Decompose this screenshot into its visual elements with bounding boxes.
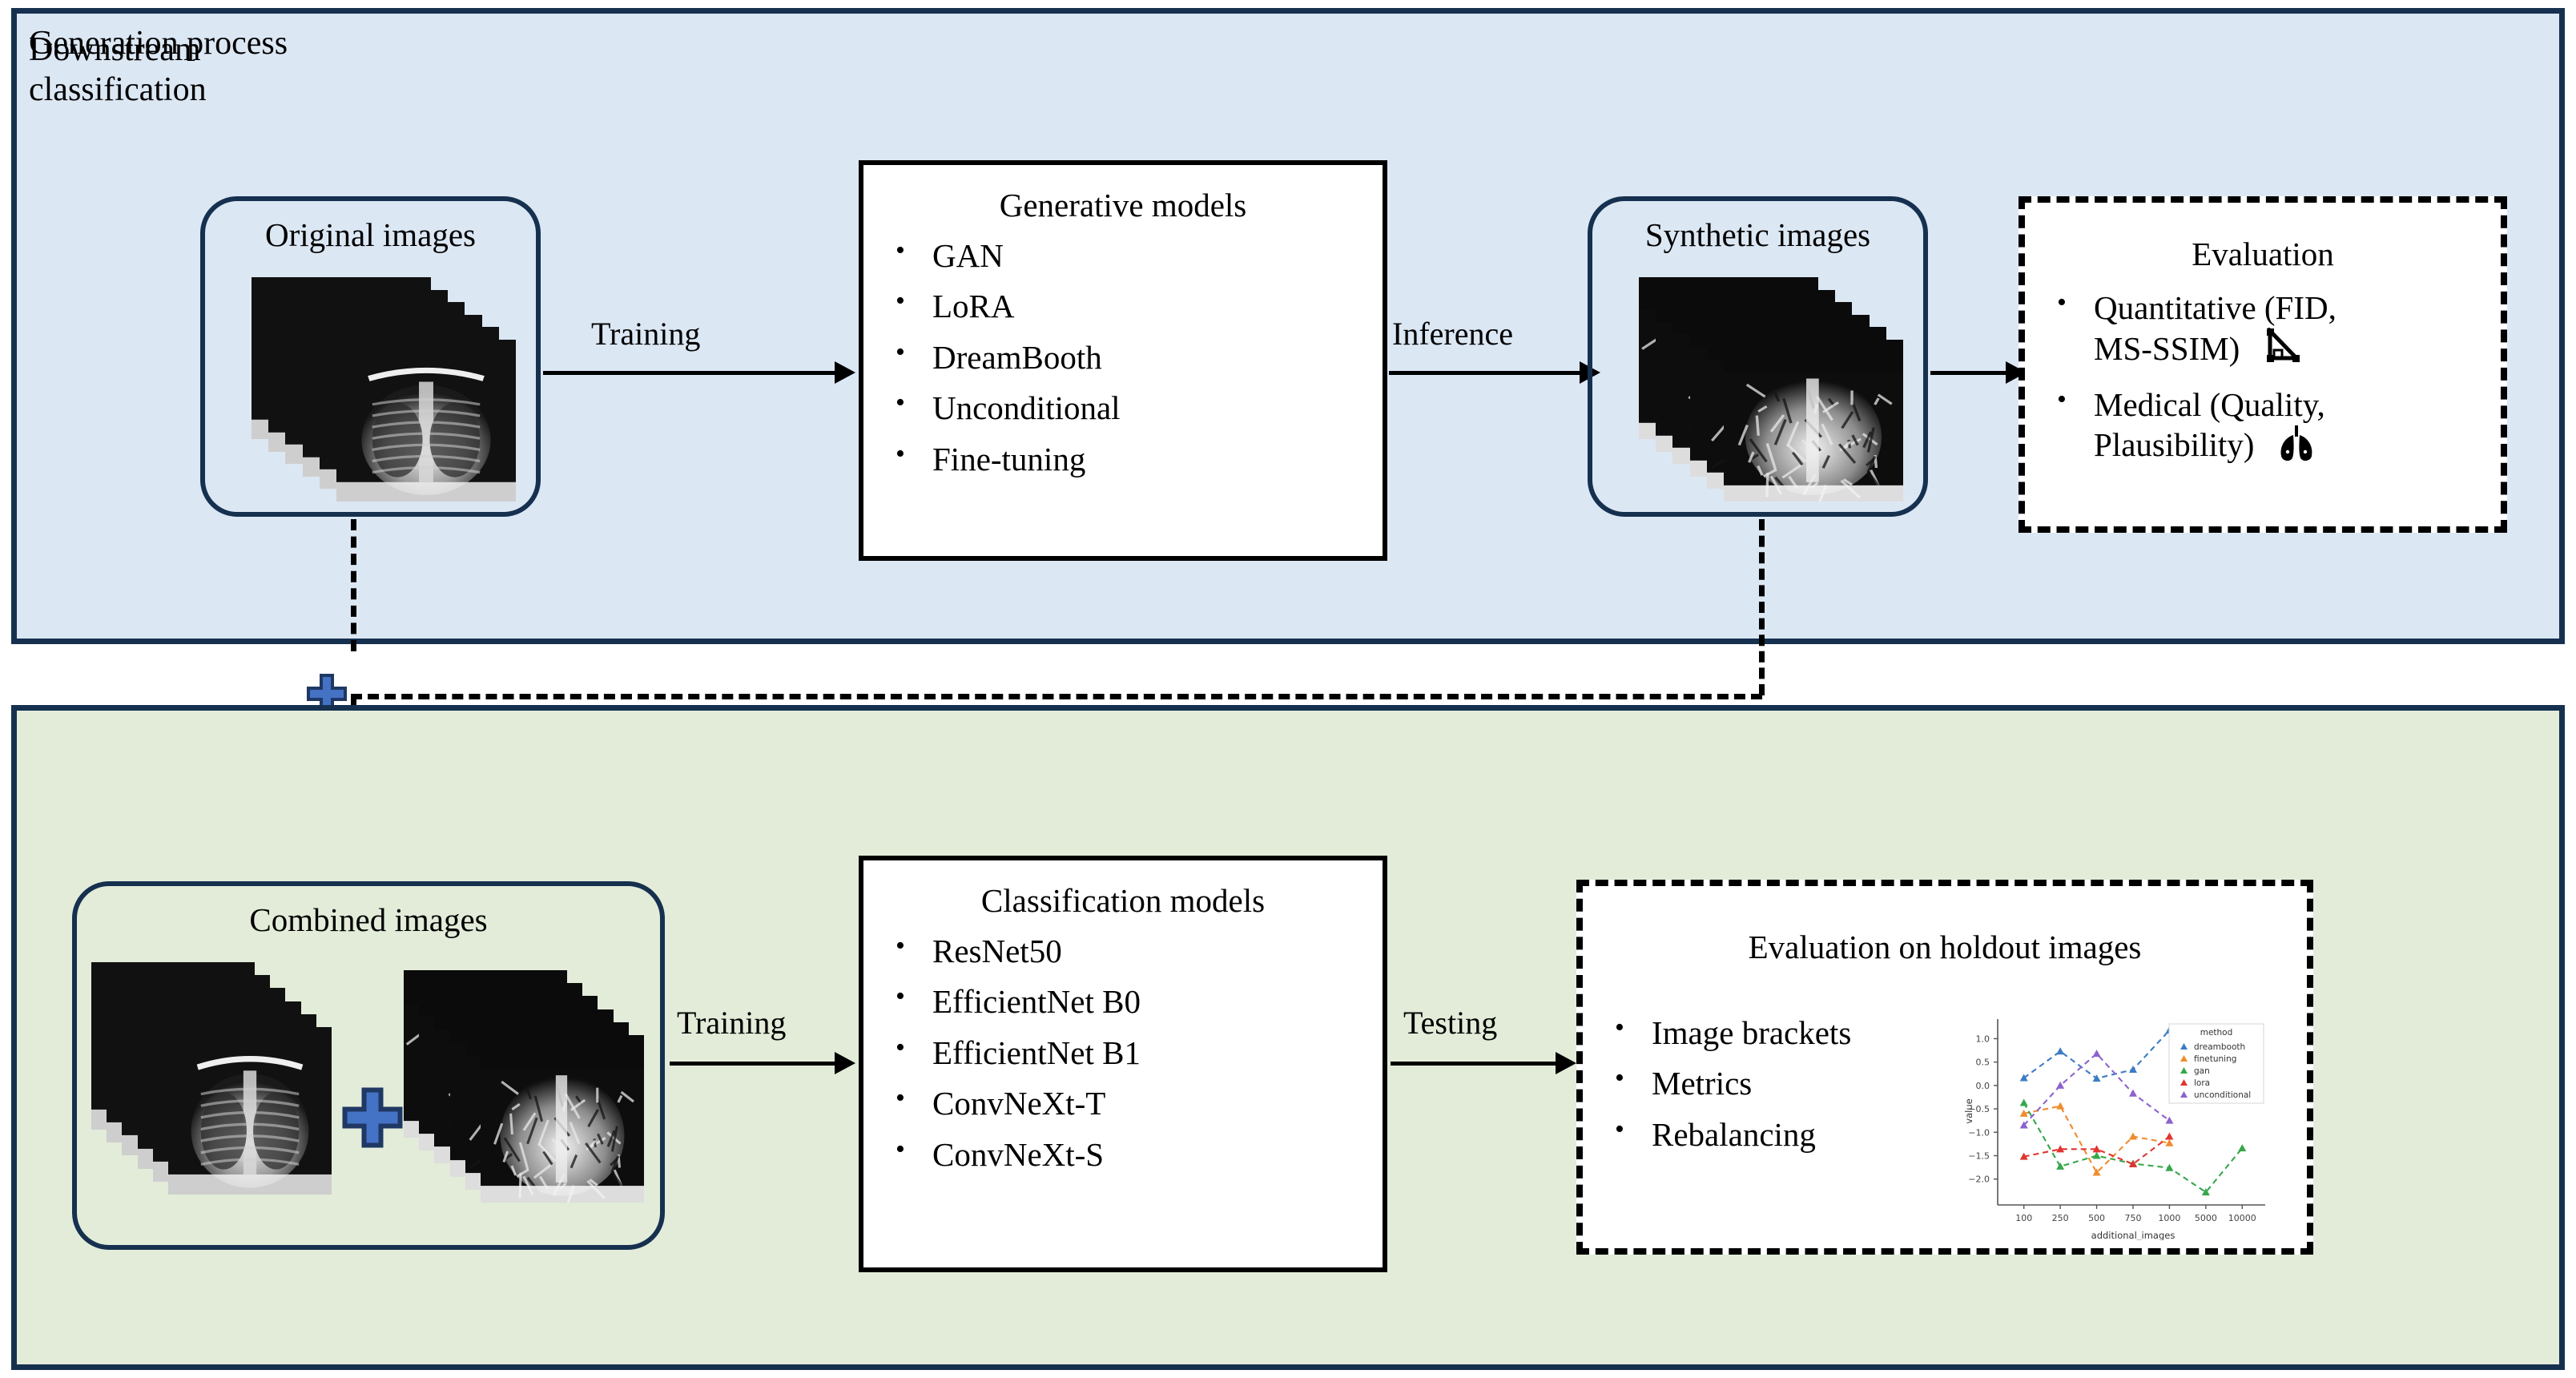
panel-downstream-title: Downstream classification bbox=[29, 31, 207, 108]
node-synthetic-images[interactable]: Synthetic images bbox=[1588, 196, 1928, 517]
list-item: Metrics bbox=[1583, 1062, 1959, 1103]
original-images-label: Original images bbox=[264, 216, 477, 253]
svg-text:1000: 1000 bbox=[2158, 1213, 2180, 1223]
classification-models-heading: Classification models bbox=[980, 882, 1266, 919]
arrow-evaluation bbox=[1930, 371, 2010, 375]
svg-text:dreambooth: dreambooth bbox=[2194, 1042, 2245, 1052]
generative-models-list: GAN LoRA DreamBooth Unconditional Fine-t… bbox=[863, 234, 1383, 479]
lungs-icon bbox=[2277, 425, 2316, 471]
list-item: ResNet50 bbox=[863, 929, 1383, 971]
list-item: Medical (Quality, Plausibility) bbox=[2025, 383, 2501, 472]
svg-text:additional_images: additional_images bbox=[2091, 1230, 2176, 1240]
evaluation-list: Quantitative (FID, MS-SSIM) Medical (Qua… bbox=[2025, 286, 2501, 472]
edge-label-testing: Testing bbox=[1403, 1005, 1498, 1041]
svg-text:unconditional: unconditional bbox=[2194, 1090, 2251, 1100]
node-generative-models[interactable]: Generative models GAN LoRA DreamBooth Un… bbox=[859, 160, 1387, 561]
dash-original-down bbox=[351, 519, 356, 651]
svg-text:finetuning: finetuning bbox=[2194, 1054, 2236, 1064]
dash-merge-horizontal bbox=[351, 694, 1762, 699]
xray-sheet bbox=[481, 1035, 644, 1203]
svg-text:gan: gan bbox=[2194, 1066, 2210, 1076]
evaluation-item-0-line-0: Quantitative (FID, bbox=[2094, 289, 2337, 326]
list-item: Quantitative (FID, MS-SSIM) bbox=[2025, 286, 2501, 374]
svg-text:500: 500 bbox=[2088, 1213, 2105, 1223]
generative-models-heading: Generative models bbox=[999, 187, 1247, 224]
node-evaluation[interactable]: Evaluation Quantitative (FID, MS-SSIM) M… bbox=[2019, 196, 2507, 533]
svg-text:1.0: 1.0 bbox=[1976, 1034, 1990, 1044]
svg-text:value: value bbox=[1963, 1098, 1974, 1123]
node-holdout-evaluation[interactable]: Evaluation on holdout images Image brack… bbox=[1576, 880, 2313, 1255]
list-item: ConvNeXt-S bbox=[863, 1133, 1383, 1175]
evaluation-item-1-line-0: Medical (Quality, bbox=[2094, 385, 2325, 423]
arrow-inference bbox=[1389, 371, 1584, 375]
arrow-head-training-classification bbox=[835, 1052, 855, 1074]
edge-label-training-classification: Training bbox=[677, 1005, 787, 1041]
svg-text:0.5: 0.5 bbox=[1976, 1058, 1990, 1068]
xray-stack-synthetic bbox=[1639, 277, 1903, 502]
node-combined-images[interactable]: Combined images bbox=[72, 881, 665, 1250]
arrow-head-testing bbox=[1556, 1052, 1576, 1074]
xray-sheet bbox=[336, 340, 516, 502]
svg-text:lora: lora bbox=[2194, 1078, 2210, 1088]
list-item: Fine-tuning bbox=[863, 437, 1383, 479]
holdout-results-chart[interactable]: 1.0 0.5 0.0 −0.5 −1.0 −1.5 −2.0 100 250 500 750 100… bbox=[1959, 1008, 2276, 1241]
xray-sheet bbox=[1724, 340, 1903, 502]
svg-text:100: 100 bbox=[2015, 1213, 2032, 1223]
list-item: ConvNeXt-T bbox=[863, 1082, 1383, 1123]
svg-text:10000: 10000 bbox=[2228, 1213, 2256, 1223]
holdout-evaluation-heading: Evaluation on holdout images bbox=[1748, 929, 2142, 965]
svg-text:5000: 5000 bbox=[2195, 1213, 2217, 1223]
list-item: EfficientNet B1 bbox=[863, 1031, 1383, 1073]
node-classification-models[interactable]: Classification models ResNet50 Efficient… bbox=[859, 856, 1387, 1272]
holdout-evaluation-list: Image brackets Metrics Rebalancing bbox=[1583, 1011, 1959, 1154]
edge-label-inference: Inference bbox=[1392, 316, 1513, 352]
list-item: Rebalancing bbox=[1583, 1113, 1959, 1154]
chart-canvas: 1.00.50.0−0.5−1.0−1.5−2.0100 250 500 750 100… bbox=[1963, 1019, 2265, 1241]
node-original-images[interactable]: Original images bbox=[200, 196, 541, 517]
evaluation-item-0-line-1: MS-SSIM) bbox=[2094, 330, 2240, 368]
arrow-testing bbox=[1391, 1062, 1560, 1066]
classification-models-list: ResNet50 EfficientNet B0 EfficientNet B1… bbox=[863, 929, 1383, 1175]
svg-text:method: method bbox=[2200, 1028, 2233, 1038]
arrow-head-training-generation bbox=[835, 361, 855, 384]
svg-text:−1.0: −1.0 bbox=[1968, 1127, 1990, 1138]
combined-images-label: Combined images bbox=[249, 901, 488, 938]
svg-text:750: 750 bbox=[2125, 1213, 2142, 1223]
arrow-training-classification bbox=[670, 1062, 839, 1066]
svg-text:−1.5: −1.5 bbox=[1968, 1151, 1990, 1162]
xray-stack-combined-synthetic bbox=[404, 970, 644, 1203]
list-item: Image brackets bbox=[1583, 1011, 1959, 1053]
svg-text:250: 250 bbox=[2052, 1213, 2069, 1223]
synthetic-images-label: Synthetic images bbox=[1644, 216, 1871, 253]
list-item: GAN bbox=[863, 234, 1383, 276]
xray-stack-combined-original bbox=[91, 962, 332, 1195]
edge-label-training-generation: Training bbox=[591, 316, 701, 352]
xray-sheet bbox=[168, 1027, 332, 1195]
list-item: DreamBooth bbox=[863, 336, 1383, 377]
ruler-triangle-icon bbox=[2263, 326, 2301, 373]
plus-icon-combined bbox=[341, 1086, 404, 1153]
arrow-training-generation bbox=[543, 371, 839, 375]
list-item: EfficientNet B0 bbox=[863, 980, 1383, 1021]
evaluation-item-1-line-1: Plausibility) bbox=[2094, 426, 2255, 464]
list-item: LoRA bbox=[863, 284, 1383, 326]
dash-synthetic-down bbox=[1759, 519, 1765, 695]
xray-stack-original bbox=[252, 277, 516, 502]
svg-text:−2.0: −2.0 bbox=[1968, 1175, 1990, 1185]
list-item: Unconditional bbox=[863, 386, 1383, 428]
evaluation-heading: Evaluation bbox=[2192, 236, 2334, 272]
svg-text:0.0: 0.0 bbox=[1976, 1081, 1990, 1091]
